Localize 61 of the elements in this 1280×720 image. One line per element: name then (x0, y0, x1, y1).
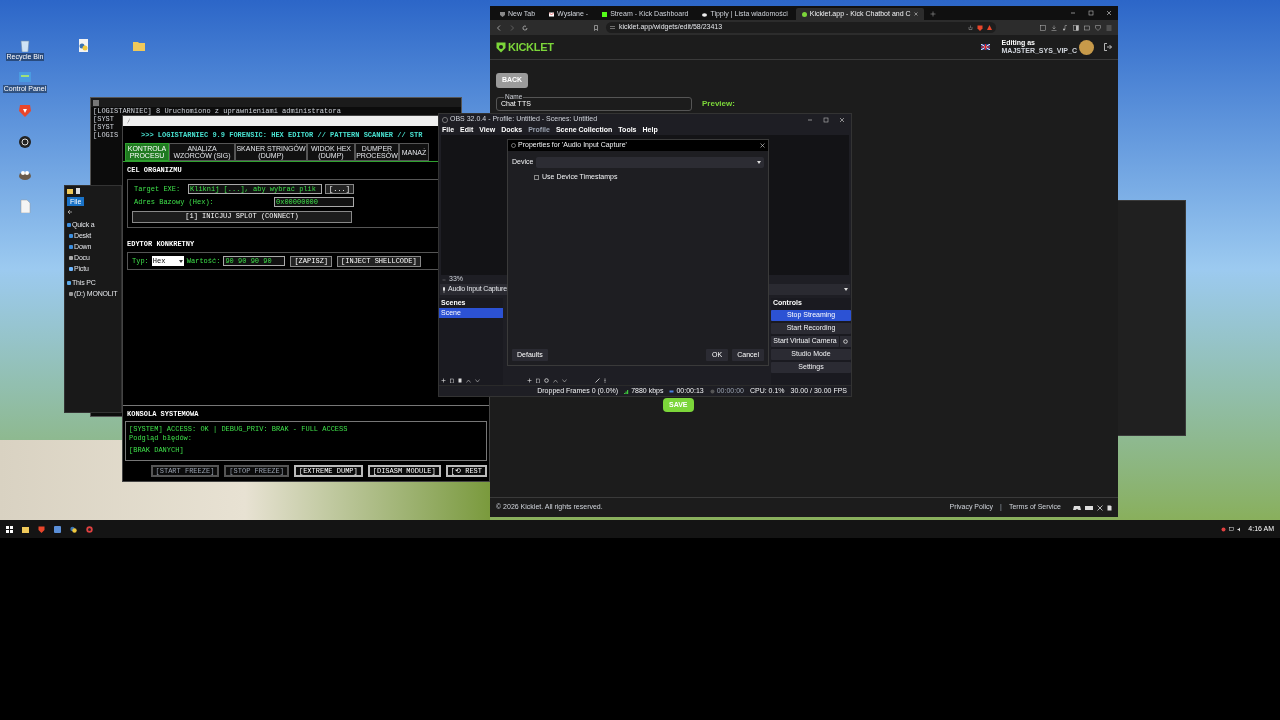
lion-shield-icon[interactable] (18, 103, 32, 117)
sidebar-icon[interactable] (1073, 24, 1079, 31)
circle-logo-icon (801, 11, 807, 17)
music-note-icon[interactable] (1062, 24, 1068, 31)
checkbox[interactable] (534, 174, 539, 180)
caret-icon[interactable] (844, 288, 848, 291)
gear-icon[interactable] (544, 378, 549, 383)
share-icon[interactable] (968, 25, 973, 30)
folder-icon (67, 188, 73, 194)
back-arrow-icon[interactable] (67, 209, 73, 215)
windows-logo-icon[interactable] (6, 525, 13, 533)
shield-icon (500, 11, 505, 17)
record-icon[interactable] (1221, 526, 1227, 532)
maximize-icon[interactable] (823, 116, 829, 123)
logout-icon[interactable] (1104, 43, 1112, 51)
python-logo-icon[interactable] (70, 525, 77, 533)
triangle-icon[interactable] (987, 25, 992, 30)
settings-button[interactable] (840, 336, 851, 347)
obs-logo-icon[interactable] (18, 135, 32, 149)
maximize-icon[interactable] (1088, 10, 1094, 16)
close-icon[interactable] (760, 143, 765, 148)
flag-icon[interactable] (980, 44, 990, 50)
link-icon[interactable] (595, 378, 600, 383)
square-logo-icon (602, 11, 608, 17)
trash-icon[interactable] (536, 378, 540, 383)
control-panel-icon[interactable] (18, 70, 32, 84)
chevron-up-icon[interactable] (553, 378, 558, 383)
reload-icon[interactable] (522, 24, 528, 31)
cloud-icon (702, 11, 708, 17)
shield-icon[interactable] (1095, 24, 1101, 31)
lion-shield-icon[interactable] (977, 24, 983, 31)
signal-bars-icon (624, 388, 630, 394)
shield-logo-icon (496, 41, 506, 53)
minimize-icon[interactable] (807, 116, 813, 123)
gear-icon (843, 339, 848, 344)
record-icon (709, 388, 715, 394)
folder-icon[interactable] (22, 525, 29, 533)
trash-icon[interactable] (450, 378, 454, 383)
x-logo-icon[interactable] (1097, 504, 1103, 511)
site-logo[interactable]: KICKLET (508, 38, 554, 56)
envelope-icon (549, 11, 555, 17)
chevron-down-icon[interactable] (562, 378, 567, 383)
close-icon[interactable] (1106, 10, 1112, 16)
caret-icon (757, 161, 761, 164)
obs-logo-icon (511, 143, 516, 148)
preview-heading: Preview: (702, 98, 735, 110)
game-controller-icon[interactable] (1073, 504, 1081, 511)
microphone-icon (442, 286, 446, 293)
close-icon[interactable] (839, 116, 845, 123)
bookmark-icon[interactable] (593, 24, 599, 31)
chevron-up-icon[interactable] (466, 378, 471, 383)
speaker-icon[interactable] (1237, 526, 1243, 532)
python-file-icon[interactable] (76, 38, 90, 52)
caret-icon (178, 259, 183, 263)
close-icon[interactable] (913, 12, 918, 16)
recycle-bin-icon[interactable] (18, 38, 32, 52)
chevron-down-icon[interactable] (475, 378, 480, 383)
lion-shield-icon[interactable] (38, 525, 45, 533)
network-icon[interactable] (1229, 526, 1235, 532)
obs-logo-icon (442, 116, 448, 123)
broadcast-icon (669, 388, 675, 394)
